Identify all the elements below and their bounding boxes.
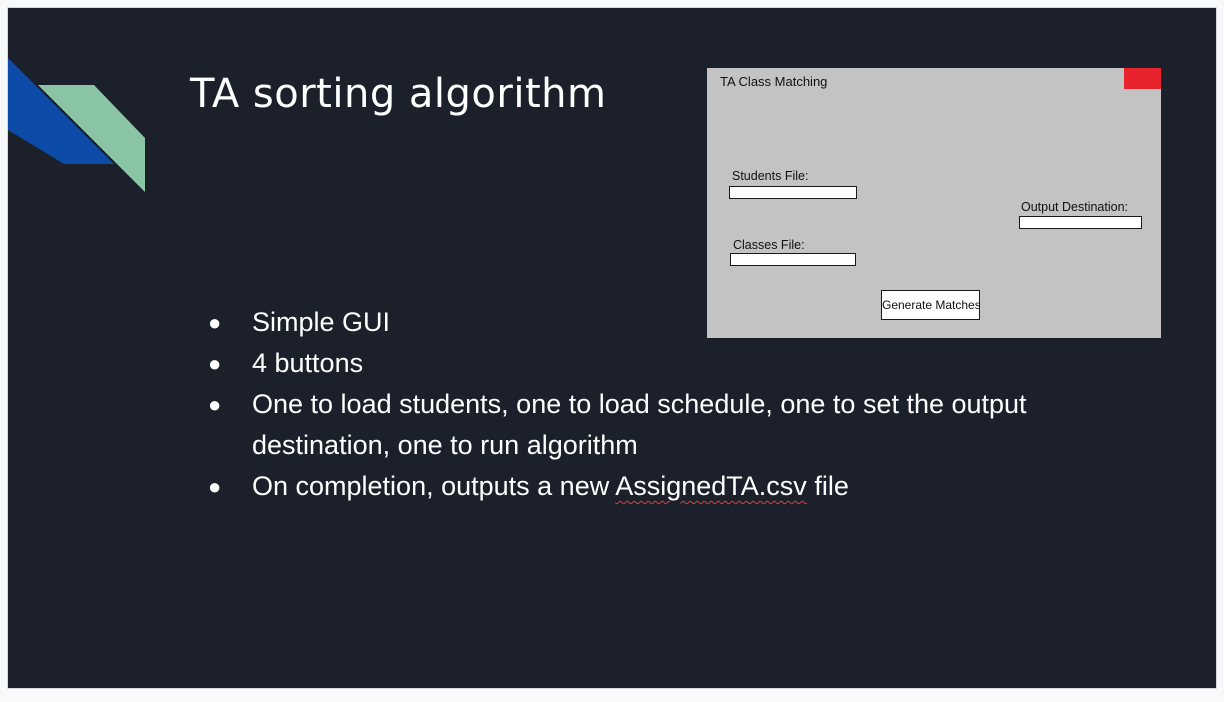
app-window-title: TA Class Matching [720, 74, 828, 89]
classes-file-field[interactable] [730, 253, 856, 266]
bullet-text-before: On completion, outputs a new [252, 471, 616, 501]
students-file-label: Students File: [732, 169, 809, 183]
bullet-item: ● On completion, outputs a new AssignedT… [204, 466, 1124, 507]
classes-file-label: Classes File: [733, 238, 805, 252]
app-window-screenshot: TA Class Matching Students File: Classes… [707, 68, 1161, 338]
output-destination-field[interactable] [1019, 216, 1142, 229]
output-destination-label: Output Destination: [1021, 200, 1129, 214]
close-icon[interactable] [1124, 68, 1161, 89]
spellcheck-flagged-word: AssignedTA.csv [615, 471, 807, 501]
students-file-field[interactable] [729, 186, 857, 199]
bullet-text: Simple GUI [252, 307, 391, 337]
bullet-item: ● One to load students, one to load sche… [204, 384, 1124, 466]
bullet-dot-icon: ● [208, 392, 222, 417]
bullet-dot-icon: ● [208, 310, 222, 335]
bullet-item: ● Simple GUI [204, 302, 1124, 343]
bullet-dot-icon: ● [208, 474, 222, 499]
bullet-item: ● 4 buttons [204, 343, 1124, 384]
bullet-dot-icon: ● [208, 351, 222, 376]
bullet-text: 4 buttons [252, 348, 364, 378]
diagonal-stripes-decoration [8, 58, 145, 192]
page: TA sorting algorithm TA Class Matching S… [0, 0, 1224, 702]
bullet-text: One to load students, one to load schedu… [252, 389, 1027, 460]
bullet-text-after: file [806, 471, 849, 501]
bullet-list: ● Simple GUI ● 4 buttons ● One to load s… [204, 302, 1124, 507]
slide: TA sorting algorithm TA Class Matching S… [8, 8, 1216, 688]
slide-title: TA sorting algorithm [190, 71, 607, 117]
